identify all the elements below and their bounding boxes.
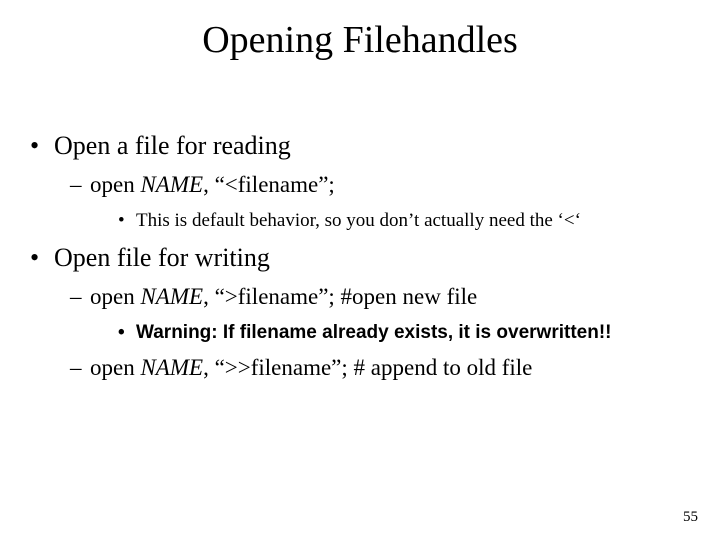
text-open: open [90, 172, 140, 197]
bullet-open-for-reading: Open a file for reading [30, 128, 690, 163]
slide-title: Opening Filehandles [0, 0, 720, 62]
text-rest: , “<filename”; [203, 172, 335, 197]
bullet-text: Open file for writing [54, 243, 270, 272]
subbullet-open-write-new: open NAME, “>filename”; #open new file [70, 281, 690, 312]
bullet-open-for-writing: Open file for writing [30, 240, 690, 275]
page-number: 55 [683, 509, 698, 526]
note-text: This is default behavior, so you don’t a… [136, 210, 581, 231]
text-open: open [90, 355, 140, 380]
slide-body: Open a file for reading open NAME, “<fil… [0, 62, 720, 383]
text-name-italic: NAME [140, 355, 203, 380]
subbullet-open-read-syntax: open NAME, “<filename”; [70, 169, 690, 200]
text-open: open [90, 284, 140, 309]
bullet-text: Open a file for reading [54, 131, 291, 160]
text-rest: , “>>filename”; # append to old file [203, 355, 532, 380]
text-name-italic: NAME [140, 284, 203, 309]
note-text: Warning: If filename already exists, it … [136, 322, 611, 343]
slide: Opening Filehandles Open a file for read… [0, 0, 720, 540]
note-default-behavior: This is default behavior, so you don’t a… [118, 208, 690, 234]
subbullet-open-append: open NAME, “>>filename”; # append to old… [70, 352, 690, 383]
text-name-italic: NAME [140, 172, 203, 197]
note-overwrite-warning: Warning: If filename already exists, it … [118, 320, 690, 346]
text-rest: , “>filename”; #open new file [203, 284, 477, 309]
